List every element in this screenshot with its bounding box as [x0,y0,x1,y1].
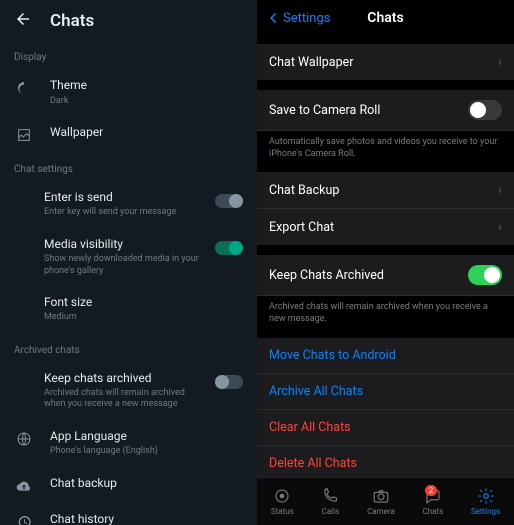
enter-send-sub: Enter key will send your message [44,207,199,218]
app-language-value: Phone's language (English) [50,446,243,457]
back-label: Settings [283,11,330,26]
tab-status[interactable]: Status [271,487,294,516]
wallpaper-icon [14,125,34,143]
clear-all-cell[interactable]: Clear All Chats [257,410,514,446]
keep-archived-footer: Archived chats will remain archived when… [257,296,514,327]
theme-row[interactable]: Theme Dark [0,69,257,116]
delete-all-label: Delete All Chats [269,456,502,471]
tab-chats-label: Chats [423,507,444,516]
media-visibility-row[interactable]: Media visibility Show newly downloaded m… [0,228,257,286]
keep-archived-label: Keep chats archived [44,371,199,387]
group-keep-archived: Keep Chats Archived Archived chats will … [257,255,514,327]
enter-send-switch[interactable] [215,194,243,208]
enter-send-label: Enter is send [44,190,199,206]
move-android-cell[interactable]: Move Chats to Android [257,338,514,374]
font-size-value: Medium [44,312,243,323]
app-language-row[interactable]: App Language Phone's language (English) [0,420,257,467]
export-chat-cell[interactable]: Export Chat › [257,209,514,245]
archive-all-cell[interactable]: Archive All Chats [257,374,514,410]
group-backup: Chat Backup › Export Chat › [257,172,514,245]
font-size-label: Font size [44,295,243,311]
section-chat-settings: Chat settings [0,152,257,181]
font-size-row[interactable]: Font size Medium [0,286,257,333]
theme-label: Theme [50,78,243,94]
keep-archived-switch[interactable] [215,375,243,389]
chat-history-row[interactable]: Chat history [0,503,257,525]
history-icon [14,512,34,525]
chat-wallpaper-cell[interactable]: Chat Wallpaper › [257,44,514,80]
chats-badge: 2 [425,485,438,496]
left-header: Chats [0,0,257,40]
keep-archived-label-ios: Keep Chats Archived [269,268,468,283]
delete-all-cell[interactable]: Delete All Chats [257,446,514,481]
tab-settings[interactable]: Settings [471,487,500,516]
back-arrow-icon[interactable] [14,10,32,32]
chat-wallpaper-label: Chat Wallpaper [269,55,498,70]
app-language-label: App Language [50,429,243,445]
chevron-right-icon: › [498,54,502,70]
save-camera-roll-footer: Automatically save photos and videos you… [257,131,514,162]
move-android-label: Move Chats to Android [269,348,502,363]
right-header: Settings Chats [257,0,514,34]
chat-backup-label-ios: Chat Backup [269,183,498,198]
tab-settings-label: Settings [471,507,500,516]
wallpaper-label: Wallpaper [50,125,243,141]
save-camera-roll-cell[interactable]: Save to Camera Roll [257,90,514,131]
chevron-right-icon: › [498,219,502,235]
tab-bar: Status Calls Camera 2 Chats Settings [257,477,514,525]
ios-chats-settings: Settings Chats Chat Wallpaper › Save to … [257,0,514,525]
chat-backup-cell[interactable]: Chat Backup › [257,172,514,209]
section-display: Display [0,40,257,69]
back-button[interactable]: Settings [267,11,330,26]
clear-all-label: Clear All Chats [269,420,502,435]
chat-history-label: Chat history [50,512,243,525]
tab-camera-label: Camera [367,507,395,516]
tab-calls-label: Calls [322,507,340,516]
tab-status-label: Status [271,507,294,516]
tab-calls[interactable]: Calls [321,487,339,516]
section-archived: Archived chats [0,333,257,362]
cloud-upload-icon [14,476,34,494]
chat-backup-row[interactable]: Chat backup [0,467,257,503]
keep-archived-sub: Archived chats will remain archived when… [44,388,199,411]
enter-send-row[interactable]: Enter is send Enter key will send your m… [0,181,257,228]
theme-value: Dark [50,96,243,107]
keep-archived-switch-ios[interactable] [468,265,502,285]
left-title: Chats [50,11,94,31]
media-visibility-label: Media visibility [44,237,199,253]
chevron-right-icon: › [498,182,502,198]
media-visibility-sub: Show newly downloaded media in your phon… [44,254,199,277]
media-visibility-switch[interactable] [215,241,243,255]
keep-archived-row[interactable]: Keep chats archived Archived chats will … [0,362,257,420]
archive-all-label: Archive All Chats [269,384,502,399]
theme-icon [14,78,34,96]
tab-chats[interactable]: 2 Chats [423,487,444,516]
chat-backup-label: Chat backup [50,476,243,492]
group-save-roll: Save to Camera Roll Automatically save p… [257,90,514,162]
export-chat-label: Export Chat [269,220,498,235]
group-actions: Move Chats to Android Archive All Chats … [257,338,514,481]
save-camera-roll-label: Save to Camera Roll [269,103,468,118]
wallpaper-row[interactable]: Wallpaper [0,116,257,152]
group-wallpaper: Chat Wallpaper › [257,44,514,80]
keep-archived-cell[interactable]: Keep Chats Archived [257,255,514,296]
save-camera-roll-switch[interactable] [468,100,502,120]
tab-camera[interactable]: Camera [367,487,395,516]
globe-icon [14,429,34,447]
android-chats-settings: Chats Display Theme Dark Wallpaper Chat … [0,0,257,525]
